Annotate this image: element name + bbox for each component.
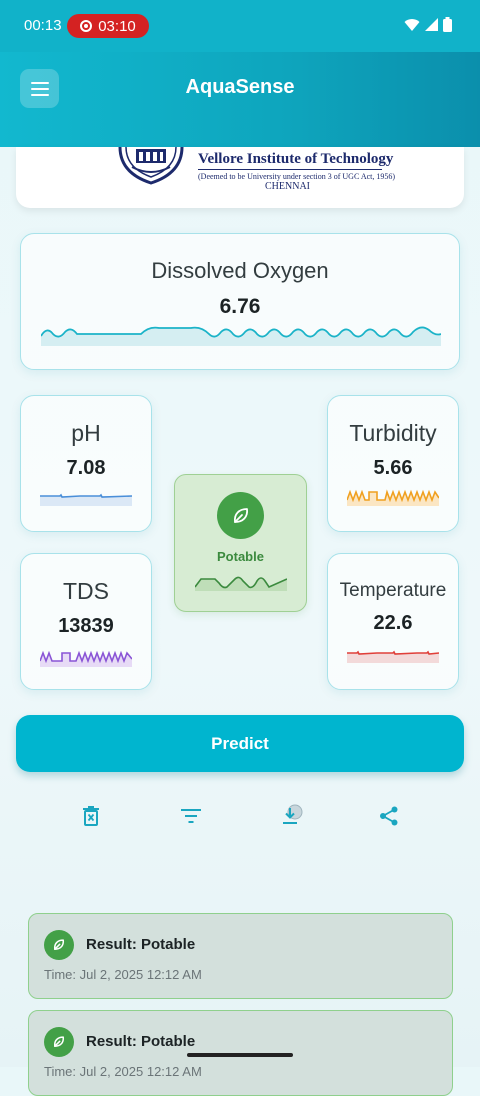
turbidity-card[interactable]: Turbidity 5.66: [327, 395, 459, 532]
dissolved-oxygen-sparkline: [41, 326, 441, 346]
filter-icon: [181, 809, 201, 823]
record-icon: [80, 20, 93, 32]
share-icon: [380, 806, 398, 826]
leaf-icon: [53, 939, 65, 950]
institution-subtitle: (Deemed to be University under section 3…: [198, 172, 396, 181]
result-time: Time: Jul 2, 2025 12:12 AM: [44, 1064, 202, 1079]
predict-button-label: Predict: [211, 733, 269, 753]
turbidity-label: Turbidity: [349, 420, 437, 446]
result-title: Result: Potable: [86, 1033, 196, 1050]
temperature-value: 22.6: [373, 612, 413, 634]
recording-indicator[interactable]: 03:10: [67, 14, 149, 38]
status-bar: 00:13 03:10: [0, 0, 480, 52]
tds-value: 13839: [58, 615, 114, 637]
logo-divider: [198, 169, 382, 170]
dissolved-oxygen-value: 6.76: [219, 295, 261, 318]
prediction-label: Potable: [217, 549, 264, 564]
leaf-badge: [217, 492, 264, 539]
result-time: Time: Jul 2, 2025 12:12 AM: [44, 967, 202, 982]
tds-sparkline: [40, 650, 132, 667]
share-button[interactable]: [376, 803, 402, 829]
result-badge: [44, 1027, 74, 1057]
ph-card[interactable]: pH 7.08: [20, 395, 152, 532]
result-badge: [44, 930, 74, 960]
institution-city: CHENNAI: [265, 181, 310, 192]
result-title: Result: Potable: [86, 936, 196, 953]
turbidity-value: 5.66: [373, 457, 413, 479]
prediction-sparkline: [195, 576, 287, 591]
leaf-icon: [233, 507, 248, 523]
battery-icon: [443, 17, 452, 32]
tds-card[interactable]: TDS 13839: [20, 553, 152, 690]
recording-timer: 03:10: [98, 17, 136, 35]
app-bar: AquaSense: [0, 52, 480, 147]
delete-history-button[interactable]: [78, 803, 104, 829]
prediction-result-card: Potable: [174, 474, 307, 612]
status-icons: [404, 17, 452, 32]
filter-button[interactable]: [178, 803, 204, 829]
download-icon: [283, 804, 303, 824]
status-time: 00:13: [24, 17, 62, 34]
ph-sparkline: [40, 493, 132, 506]
app-title: AquaSense: [185, 76, 295, 98]
institution-emblem: [118, 147, 184, 185]
temperature-label: Temperature: [339, 580, 447, 601]
dissolved-oxygen-card[interactable]: Dissolved Oxygen 6.76: [20, 233, 460, 370]
wifi-icon: [404, 18, 420, 31]
leaf-icon: [53, 1036, 65, 1047]
temperature-sparkline: [347, 650, 439, 663]
ph-value: 7.08: [66, 457, 106, 479]
predict-button[interactable]: Predict: [16, 715, 464, 772]
temperature-card[interactable]: Temperature 22.6: [327, 553, 459, 690]
download-button[interactable]: [280, 803, 306, 829]
home-indicator[interactable]: [187, 1053, 293, 1057]
delete-icon: [83, 806, 99, 826]
tds-label: TDS: [63, 578, 109, 604]
turbidity-sparkline: [347, 489, 439, 506]
signal-icon: [425, 18, 438, 31]
institution-logo-card: Vellore Institute of Technology (Deemed …: [16, 147, 464, 208]
history-item[interactable]: Result: Potable Time: Jul 2, 2025 12:12 …: [28, 913, 453, 999]
institution-name: Vellore Institute of Technology: [198, 151, 394, 167]
dissolved-oxygen-label: Dissolved Oxygen: [151, 258, 329, 283]
ph-label: pH: [71, 420, 101, 446]
